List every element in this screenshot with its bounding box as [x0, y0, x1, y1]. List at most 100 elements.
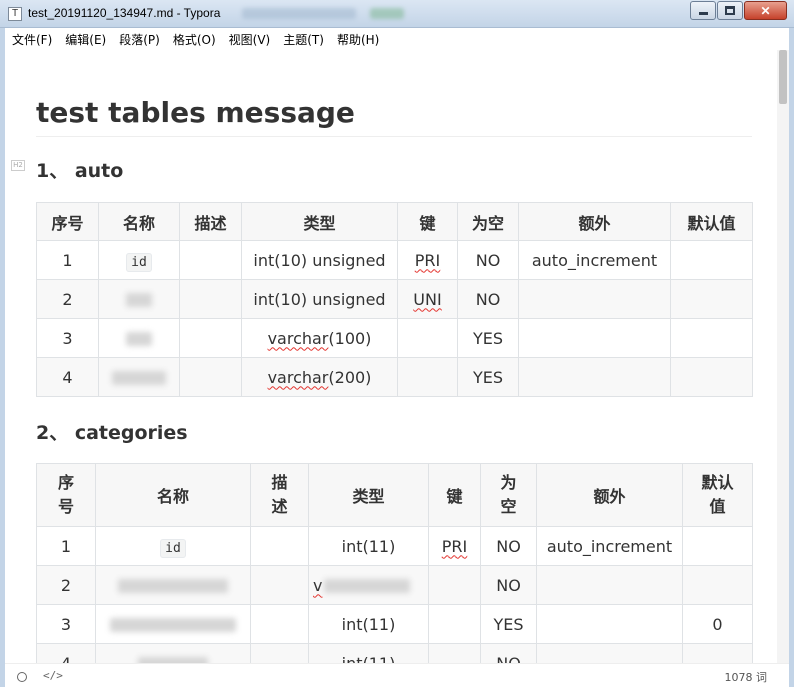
cell-no: 3: [36, 604, 96, 644]
type-word: varchar: [267, 367, 329, 387]
cell-type: int(11): [308, 526, 429, 566]
cell-type: int(10) unsigned: [241, 279, 398, 319]
status-bar: </> 1078 词: [5, 663, 789, 687]
menu-paragraph[interactable]: 段落(P): [119, 31, 160, 48]
cell-default: 0: [682, 604, 753, 644]
table-auto: 序号 名称 描述 类型 键 为空 额外 默认值 1 id int(10) uns…: [36, 202, 753, 397]
cell-null: YES: [457, 357, 519, 397]
cell-type: varchar(100): [241, 318, 398, 358]
cell-no: 4: [36, 643, 96, 663]
cell-null: NO: [480, 526, 537, 566]
cell-type: int(11): [308, 604, 429, 644]
redacted-name: [118, 579, 228, 593]
cell-extra: [518, 357, 671, 397]
cell-name: [95, 565, 251, 605]
cell-key: PRI: [428, 526, 481, 566]
outline-toggle-icon[interactable]: [17, 672, 27, 682]
cell-null: NO: [457, 240, 519, 280]
maximize-button[interactable]: [717, 1, 743, 20]
redacted-name: [112, 371, 166, 385]
cell-no: 1: [36, 240, 99, 280]
key-text: PRI: [414, 250, 441, 270]
type-size: (100): [328, 328, 372, 348]
menu-view[interactable]: 视图(V): [229, 31, 271, 48]
column-header: 描 述: [250, 463, 309, 527]
menu-format[interactable]: 格式(O): [173, 31, 216, 48]
column-header: 描述: [179, 202, 242, 241]
column-header: 额外: [536, 463, 683, 527]
type-size: (200): [328, 367, 372, 387]
cell-description: [179, 357, 242, 397]
title-bar: T test_20191120_134947.md - Typora ✕: [0, 0, 794, 28]
cell-default: [682, 643, 753, 663]
cell-null: YES: [480, 604, 537, 644]
cell-name: id: [95, 526, 251, 566]
cell-description: [250, 526, 309, 566]
table-row: 4 int(11) NO: [36, 643, 753, 663]
word-count[interactable]: 1078 词: [725, 669, 768, 685]
cell-default: [670, 279, 753, 319]
cell-description: [250, 643, 309, 663]
source-code-mode-icon[interactable]: </>: [43, 669, 63, 682]
table-row: 4 varchar(200) YES: [36, 357, 753, 397]
key-text: UNI: [413, 289, 442, 309]
editor-content[interactable]: test tables message H2 1、 auto 序号 名称 描述 …: [5, 50, 777, 663]
menu-edit[interactable]: 编辑(E): [65, 31, 106, 48]
section-heading-auto: 1、 auto: [36, 160, 124, 182]
inline-code: id: [160, 538, 186, 558]
cell-key: UNI: [397, 279, 458, 319]
column-header: 额外: [518, 202, 671, 241]
window-title: test_20191120_134947.md - Typora: [28, 6, 221, 20]
cell-no: 1: [36, 526, 96, 566]
close-button[interactable]: ✕: [744, 1, 787, 20]
cell-key: PRI: [397, 240, 458, 280]
cell-extra: [518, 279, 671, 319]
cell-name: [98, 318, 180, 358]
cell-key: [428, 604, 481, 644]
vertical-scrollbar[interactable]: [777, 50, 789, 663]
column-header: 名称: [95, 463, 251, 527]
cell-name: id: [98, 240, 180, 280]
document-title: test tables message: [36, 96, 355, 129]
redacted-name: [110, 618, 236, 632]
menu-file[interactable]: 文件(F): [12, 31, 52, 48]
cell-no: 4: [36, 357, 99, 397]
cell-description: [179, 318, 242, 358]
cell-key: [428, 565, 481, 605]
cell-name: [98, 357, 180, 397]
cell-extra: [536, 604, 683, 644]
scrollbar-thumb[interactable]: [779, 50, 787, 104]
cell-extra: auto_increment: [518, 240, 671, 280]
column-header: 默认值: [670, 202, 753, 241]
menu-help[interactable]: 帮助(H): [337, 31, 379, 48]
close-icon: ✕: [760, 3, 771, 18]
minimize-button[interactable]: [690, 1, 716, 20]
typora-app-icon: T: [8, 7, 22, 21]
cell-key: [397, 318, 458, 358]
cell-default: [682, 565, 753, 605]
heading-level-icon: H2: [11, 160, 25, 171]
cell-extra: [518, 318, 671, 358]
redacted-type: [324, 579, 411, 593]
cell-no: 3: [36, 318, 99, 358]
column-header: 键: [428, 463, 481, 527]
cell-description: [250, 604, 309, 644]
cell-key: [397, 357, 458, 397]
cell-key: [428, 643, 481, 663]
table-row: 3 int(11) YES 0: [36, 604, 753, 644]
table-row: 3 varchar(100) YES: [36, 318, 753, 358]
menu-theme[interactable]: 主题(T): [283, 31, 324, 48]
cell-description: [179, 279, 242, 319]
blurred-title-region: [242, 8, 356, 19]
table-categories: 序 号 名称 描 述 类型 键 为 空 额外 默认 值 1 id int(11)…: [36, 463, 753, 663]
table-row: 1 id int(10) unsigned PRI NO auto_increm…: [36, 240, 753, 280]
redacted-name: [126, 293, 152, 307]
section-heading-categories: 2、 categories: [36, 422, 188, 444]
cell-type: varchar(200): [241, 357, 398, 397]
table-row: 2 int(10) unsigned UNI NO: [36, 279, 753, 319]
column-header: 序号: [36, 202, 99, 241]
menu-bar: 文件(F) 编辑(E) 段落(P) 格式(O) 视图(V) 主题(T) 帮助(H…: [5, 28, 789, 50]
cell-null: NO: [480, 643, 537, 663]
minimize-icon: [698, 12, 708, 15]
cell-null: NO: [457, 279, 519, 319]
